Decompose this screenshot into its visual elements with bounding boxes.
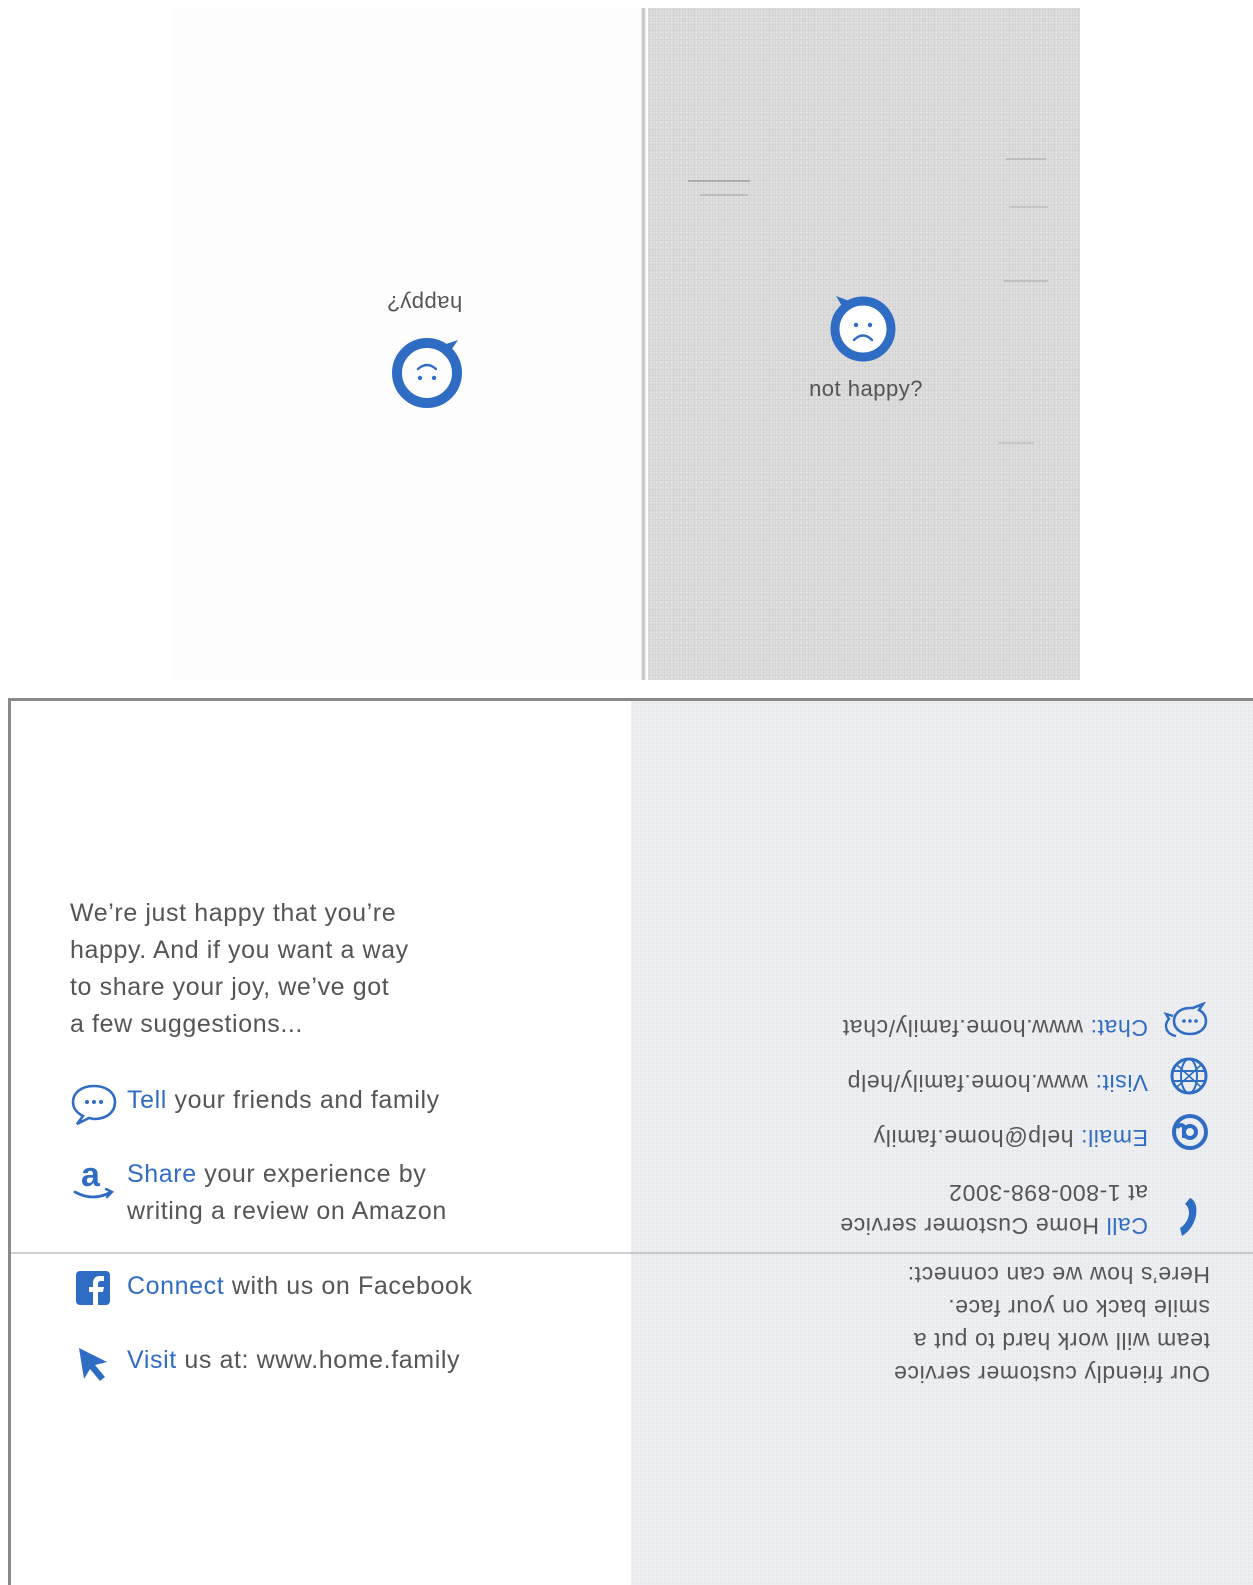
visit-link[interactable]: Visit xyxy=(127,1346,177,1374)
suggestion-connect: Connect with us on Facebook xyxy=(76,1268,557,1305)
contact-block-upside-down: Our friendly customer service team will … xyxy=(730,905,1210,1390)
intro-line: to share your joy, we’ve got xyxy=(70,973,390,1001)
paper-smudge xyxy=(1010,206,1048,208)
call-label[interactable]: Call xyxy=(1106,1213,1148,1239)
contact-email: Email: help@home.family xyxy=(730,1114,1210,1154)
intro-line: happy. And if you want a way xyxy=(70,936,409,964)
phone-icon xyxy=(1170,1185,1210,1240)
paper-smudge xyxy=(688,180,750,182)
globe-icon xyxy=(1168,1046,1210,1097)
intro-line: a few suggestions... xyxy=(70,1010,303,1038)
chat-bubble-icon xyxy=(69,1082,119,1137)
connect-text: with us on Facebook xyxy=(224,1272,473,1300)
email-value: help@home.family xyxy=(873,1125,1081,1151)
connect-link[interactable]: Connect xyxy=(127,1272,224,1300)
contact-intro-text: Our friendly customer service team will … xyxy=(730,1258,1211,1390)
share-text: your experience by xyxy=(196,1160,427,1188)
amazon-icon: a xyxy=(69,1156,119,1215)
contact-visit: Visit: www.home.family/help xyxy=(730,1057,1210,1099)
contact-chat: Chat: www.home.family/chat xyxy=(730,1001,1210,1044)
top-fold-line xyxy=(641,8,646,680)
tell-link[interactable]: Tell xyxy=(127,1086,167,1114)
paper-smudge xyxy=(1006,158,1046,160)
happy-intro-text: We’re just happy that you’re happy. And … xyxy=(70,895,520,1043)
paper-smudge xyxy=(998,442,1034,444)
paper-smudge xyxy=(1004,280,1048,282)
smile-bubble-icon xyxy=(390,336,464,410)
call-number: at 1-800-898-3002 xyxy=(948,1180,1148,1206)
sad-bubble-icon xyxy=(828,294,898,364)
happy-label: happy? xyxy=(380,290,470,316)
visit-value: www.home.family/help xyxy=(847,1070,1095,1096)
chat-value: www.home.family/chat xyxy=(842,1015,1091,1041)
paper-smudge xyxy=(700,194,748,196)
suggestion-visit: Visit us at: www.home.family xyxy=(79,1342,557,1381)
call-value: Home Customer service xyxy=(839,1213,1106,1239)
email-label[interactable]: Email: xyxy=(1080,1125,1148,1151)
contact-intro-line: Our friendly customer service xyxy=(893,1361,1211,1387)
at-sign-icon xyxy=(1170,1103,1210,1152)
happy-label-text: happy? xyxy=(387,291,463,316)
contact-call: Call Home Customer service at 1-800-898-… xyxy=(730,1176,1210,1242)
contact-intro-line: Here’s how we can connect: xyxy=(907,1262,1210,1288)
facebook-icon xyxy=(69,1268,113,1323)
share-link[interactable]: Share xyxy=(127,1160,197,1188)
chat-bubbles-icon xyxy=(1162,993,1210,1042)
bottom-left-panel xyxy=(11,701,631,1585)
intro-line: We’re just happy that you’re xyxy=(70,899,397,927)
chat-label[interactable]: Chat: xyxy=(1090,1015,1148,1041)
suggestion-share: a Share your experience by writing a rev… xyxy=(73,1156,547,1230)
tell-text: your friends and family xyxy=(166,1086,440,1114)
cursor-arrow-icon xyxy=(69,1342,113,1397)
visit-text: us at: www.home.family xyxy=(176,1346,461,1374)
contact-intro-line: team will work hard to put a xyxy=(913,1328,1210,1354)
svg-text:a: a xyxy=(81,1156,101,1194)
share-text-line2: writing a review on Amazon xyxy=(127,1197,447,1225)
not-happy-label: not happy? xyxy=(809,376,923,401)
suggestion-tell: Tell your friends and family xyxy=(71,1082,547,1126)
visit-label[interactable]: Visit: xyxy=(1095,1070,1148,1096)
contact-intro-line: smile back on your face. xyxy=(947,1295,1210,1321)
